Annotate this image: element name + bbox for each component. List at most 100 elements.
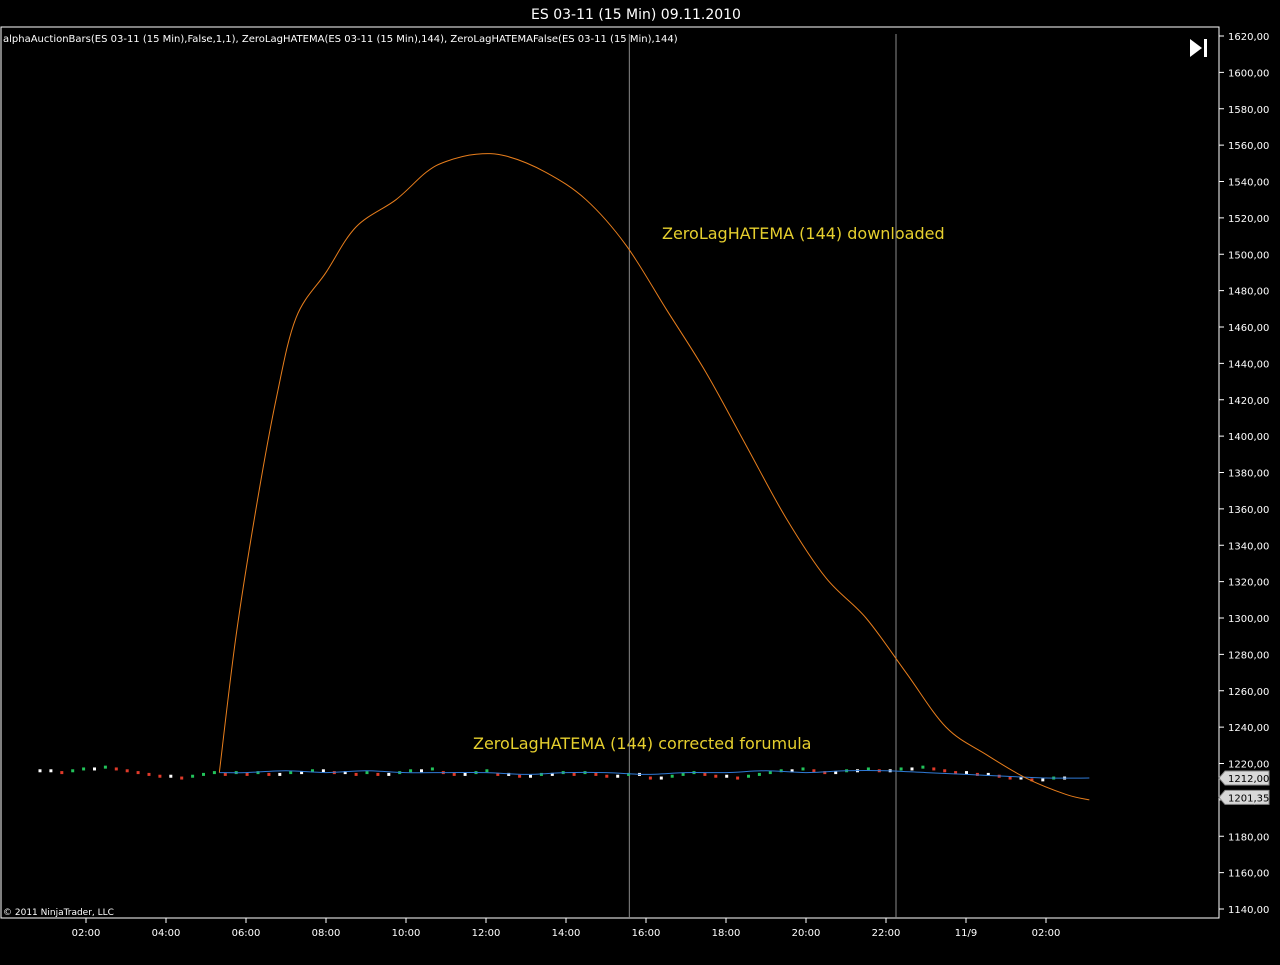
y-tick-label: 1300,00 [1228, 614, 1269, 625]
y-tick-label: 1580,00 [1228, 105, 1269, 116]
price-bar [670, 774, 674, 778]
price-bar [387, 772, 391, 776]
price-bar [648, 776, 652, 780]
price-bar [212, 771, 216, 775]
y-tick-label: 1280,00 [1228, 650, 1269, 661]
price-bar [703, 772, 707, 776]
y-tick-label: 1420,00 [1228, 396, 1269, 407]
y-tick-label: 1360,00 [1228, 505, 1269, 516]
price-bar [38, 769, 42, 773]
price-bar [529, 774, 532, 778]
x-tick-label: 02:00 [1032, 928, 1061, 939]
price-bar [71, 769, 75, 773]
y-tick-label: 1460,00 [1228, 323, 1269, 334]
x-tick-label: 22:00 [872, 928, 901, 939]
price-bar [605, 774, 609, 778]
price-bar [463, 772, 467, 776]
skip-to-end-icon[interactable] [1189, 38, 1211, 58]
y-tick-label: 1600,00 [1228, 68, 1269, 79]
y-tick-label: 1180,00 [1228, 832, 1269, 843]
price-bar [278, 772, 282, 776]
price-bar [365, 771, 369, 775]
price-bar [49, 769, 53, 773]
indicator-legend: alphaAuctionBars(ES 03-11 (15 Min),False… [3, 34, 678, 45]
y-tick-label: 1560,00 [1228, 141, 1269, 152]
x-tick-label: 06:00 [232, 928, 261, 939]
y-tick-label: 1620,00 [1228, 32, 1269, 43]
price-bar [114, 767, 118, 771]
price-bar [714, 774, 718, 778]
price-bar [223, 772, 227, 776]
price-bar [1041, 778, 1045, 782]
y-tick-label: 1240,00 [1228, 723, 1269, 734]
chart-title: ES 03-11 (15 Min) 09.11.2010 [531, 7, 741, 23]
price-bar [289, 771, 293, 775]
chart: ES 03-11 (15 Min) 09.11.2010 alphaAuctio… [0, 0, 1280, 965]
price-bar [202, 772, 205, 776]
price-bar [572, 772, 576, 776]
price-bar [82, 767, 86, 771]
price-bar [409, 769, 413, 773]
price-bar [736, 776, 740, 780]
y-tick-label: 1140,00 [1228, 905, 1269, 916]
price-bar [169, 774, 173, 778]
copyright-text: © 2011 NinjaTrader, LLC [3, 908, 114, 918]
price-bar [485, 769, 489, 773]
price-bar [180, 776, 184, 780]
price-bar [267, 772, 271, 776]
x-tick-label: 18:00 [712, 928, 741, 939]
annotation-downloaded: ZeroLagHATEMA (144) downloaded [662, 224, 945, 243]
price-marker-label: 1212,00 [1228, 774, 1269, 785]
y-tick-label: 1260,00 [1228, 687, 1269, 698]
price-bar [932, 767, 936, 771]
price-bar [921, 765, 925, 769]
price-bar [60, 771, 64, 775]
price-bar [452, 772, 456, 776]
y-tick-label: 1340,00 [1228, 541, 1269, 552]
annotation-corrected: ZeroLagHATEMA (144) corrected forumula [473, 734, 811, 753]
price-bar [725, 774, 729, 778]
price-bar [125, 769, 129, 773]
price-bar [910, 767, 914, 771]
chart-background [0, 0, 1280, 965]
y-tick-label: 1160,00 [1228, 869, 1269, 880]
price-bar [659, 776, 663, 780]
price-bar [866, 767, 870, 771]
price-bar [103, 765, 107, 769]
price-bar [965, 771, 968, 775]
x-tick-label: 04:00 [152, 928, 181, 939]
y-tick-label: 1380,00 [1228, 469, 1269, 480]
price-bar [354, 772, 358, 776]
x-tick-label: 12:00 [472, 928, 501, 939]
price-bar [376, 772, 380, 776]
price-bar [801, 767, 805, 771]
price-bar [757, 772, 761, 776]
price-bar [147, 772, 151, 776]
price-bar [1008, 776, 1012, 780]
x-tick-label: 16:00 [632, 928, 661, 939]
price-bar [812, 769, 816, 773]
x-tick-label: 02:00 [72, 928, 101, 939]
y-tick-label: 1520,00 [1228, 214, 1269, 225]
price-bar [191, 774, 195, 778]
price-bar [681, 772, 685, 776]
x-tick-label: 14:00 [552, 928, 581, 939]
price-bar [899, 767, 903, 771]
price-bar [430, 767, 434, 771]
x-tick-label: 20:00 [792, 928, 821, 939]
price-bar [616, 774, 620, 778]
y-tick-label: 1480,00 [1228, 287, 1269, 298]
x-tick-label: 10:00 [392, 928, 421, 939]
y-tick-label: 1400,00 [1228, 432, 1269, 443]
price-bar [136, 771, 140, 775]
price-marker: 1212,00 [1218, 770, 1270, 786]
price-bar [594, 772, 598, 776]
price-marker: 1201,35 [1218, 789, 1270, 805]
price-bar [321, 769, 325, 773]
y-tick-label: 1320,00 [1228, 578, 1269, 589]
price-bar [518, 774, 522, 778]
price-bar [943, 769, 947, 773]
x-tick-label: 08:00 [312, 928, 341, 939]
y-tick-label: 1440,00 [1228, 359, 1269, 370]
price-marker-label: 1201,35 [1228, 793, 1269, 804]
